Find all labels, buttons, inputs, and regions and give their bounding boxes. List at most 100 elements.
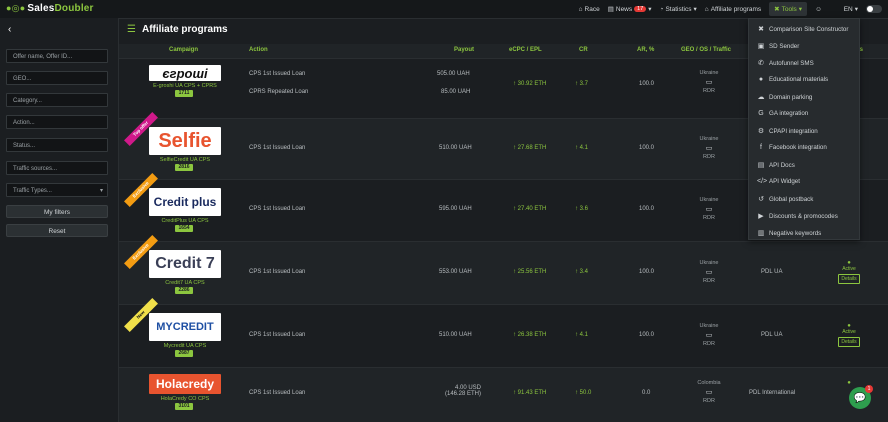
menu-item-ga-integration[interactable]: G GA integration	[757, 110, 808, 117]
account-button[interactable]: ☺	[815, 6, 822, 13]
ar-value: 100.0	[639, 332, 655, 338]
menu-item-api-docs[interactable]: ▤ API Docs	[757, 161, 795, 170]
menu-item-sd-sender[interactable]: ▣ SD Sender	[757, 42, 800, 51]
menu-item-discounts[interactable]: ▶ Discounts & promocodes	[757, 212, 838, 221]
cr-value: ↑ 4.1	[575, 145, 589, 151]
tools-icon: ✖	[758, 26, 764, 33]
status-filter[interactable]: Status...	[6, 138, 108, 152]
chevron-down-icon: ▾	[648, 6, 652, 13]
reset-button[interactable]: Reset	[6, 224, 108, 237]
payout-value: 510.00 UAH	[439, 145, 472, 151]
sms-icon: ✆	[758, 60, 764, 67]
vertical-value: PDL International	[749, 390, 796, 396]
campaign-logo[interactable]: Credit plus	[149, 188, 221, 216]
menu-item-domain-parking[interactable]: ☁ Domain parking	[757, 93, 813, 102]
chat-bubble-icon: 💬	[853, 392, 867, 404]
col-cr[interactable]: CR	[579, 47, 588, 53]
pie-chart-icon: ◔	[659, 5, 664, 13]
campaign-name[interactable]: CreditPlus UA CPS	[137, 218, 233, 224]
cr-value: ↑ 3.7	[575, 81, 589, 87]
menu-item-api-widget[interactable]: </> API Widget	[757, 178, 800, 185]
ecpc-value: ↑ 26.38 ETH	[513, 332, 547, 338]
campaign-id-badge: 2816	[175, 164, 193, 171]
desktop-icon: ▭	[705, 332, 713, 339]
traffic-sources-filter[interactable]: Traffic sources...	[6, 161, 108, 175]
nav-news[interactable]: ▤ News 17 ▾	[607, 5, 652, 14]
ar-value: 100.0	[639, 145, 655, 151]
code-icon: </>	[757, 178, 768, 185]
col-geo[interactable]: GEO / OS / Traffic	[681, 47, 731, 53]
news-icon: ▤	[607, 6, 614, 13]
campaign-logo[interactable]: Selfie	[149, 127, 221, 155]
status-cell: ●	[835, 380, 863, 386]
nav-affiliate-programs[interactable]: ⌂ Affiliate programs	[705, 6, 761, 13]
filter-sidebar: ‹ Offer name, Offer ID... GEO... Categor…	[0, 18, 119, 422]
my-filters-button[interactable]: My filters	[6, 205, 108, 218]
col-action[interactable]: Action	[249, 47, 268, 53]
nav-race[interactable]: ⌂ Race	[579, 6, 600, 13]
ar-value: 100.0	[639, 269, 655, 275]
menu-item-comparison-site[interactable]: ✖ Comparison Site Constructor	[757, 25, 848, 34]
status-dot-icon: ●	[847, 380, 851, 386]
theme-toggle[interactable]	[866, 5, 882, 13]
campaign-name[interactable]: HolaCredy CO CPS	[137, 396, 233, 402]
tools-dropdown-menu: ✖ Comparison Site Constructor ▣ SD Sender …	[748, 18, 860, 240]
tag-icon: ▶	[758, 213, 764, 220]
col-campaign[interactable]: Campaign	[169, 47, 198, 53]
table-row[interactable]: MYCREDIT New Mycredit UA CPS 2687 CPS 1s…	[119, 298, 888, 368]
offer-search-input[interactable]: Offer name, Offer ID...	[6, 49, 108, 63]
vertical-value: PDL UA	[761, 332, 783, 338]
bank-icon: ⌂	[578, 5, 583, 13]
ar-value: 100.0	[639, 81, 655, 87]
brand-logo[interactable]: ●◎● SalesDoubler	[6, 3, 94, 14]
menu-item-cpapi[interactable]: ⚙ CPAPI integration	[757, 127, 818, 136]
nav-tools[interactable]: ✖ Tools ▾	[769, 2, 808, 16]
desktop-icon: ▭	[705, 206, 713, 213]
col-ecpc[interactable]: eCPC / EPL	[509, 47, 542, 53]
campaign-name[interactable]: E-groshi UA CPS + CPRS	[137, 83, 233, 89]
table-row[interactable]: Holacredy HolaCredy CO CPS 3101 CPS 1st …	[119, 368, 888, 422]
menu-item-facebook[interactable]: f Facebook integration	[757, 144, 827, 151]
desktop-icon: ▭	[705, 79, 713, 86]
geo-filter[interactable]: GEO...	[6, 71, 108, 85]
menu-item-educational[interactable]: ● Educational materials	[757, 76, 828, 83]
category-filter[interactable]: Category...	[6, 93, 108, 107]
chevron-down-icon: ▾	[798, 6, 803, 13]
cr-value: ↑ 50.0	[575, 390, 592, 396]
desktop-icon: ▭	[705, 145, 713, 152]
page-title: ☰ Affiliate programs	[127, 24, 228, 35]
campaign-name[interactable]: Mycredit UA CPS	[137, 343, 233, 349]
gear-icon: ⚙	[757, 128, 765, 135]
payout-value: 595.00 UAH	[439, 206, 472, 212]
table-row[interactable]: Credit 7 Exclusive Credit7 UA CPS 2286 C…	[119, 235, 888, 305]
campaign-logo[interactable]: Credit 7	[149, 250, 221, 278]
geo-cell: Ukraine ▭ RDR	[679, 322, 739, 349]
action-text: CPS 1st Issued Loan	[249, 145, 306, 151]
details-button[interactable]: Details	[838, 337, 860, 347]
chat-button[interactable]: 💬 1	[849, 385, 873, 409]
document-icon: ▤	[757, 162, 765, 169]
col-payout[interactable]: Payout	[454, 47, 474, 53]
details-button[interactable]: Details	[838, 274, 860, 284]
action-filter[interactable]: Action...	[6, 115, 108, 129]
campaign-logo[interactable]: MYCREDIT	[149, 313, 221, 341]
campaign-name[interactable]: Credit7 UA CPS	[137, 280, 233, 286]
col-ar[interactable]: AR, %	[637, 47, 654, 53]
ecpc-value: ↑ 30.92 ETH	[513, 81, 547, 87]
campaign-logo[interactable]: Holacredy	[149, 374, 221, 394]
menu-item-global-postback[interactable]: ↺ Global postback	[757, 195, 813, 204]
campaign-id-badge: 3101	[175, 403, 193, 410]
payout-value: 553.00 UAH	[439, 269, 472, 275]
nav-statistics[interactable]: ◔ Statistics ▾	[659, 5, 697, 14]
language-select[interactable]: EN ▾	[844, 5, 858, 14]
action-text: CPS 1st Issued Loan	[249, 390, 306, 396]
traffic-types-filter[interactable]: Traffic Types... ▾	[6, 183, 108, 197]
campaign-id-badge: 2286	[175, 287, 193, 294]
campaign-logo[interactable]: єгроші	[149, 65, 221, 81]
geo-cell: Ukraine ▭ RDR	[679, 196, 739, 223]
menu-item-negative-keywords[interactable]: ▥ Negative keywords	[757, 229, 822, 238]
campaign-id-badge: 1711	[175, 90, 193, 97]
campaign-name[interactable]: SelfieCredit UA CPS	[137, 157, 233, 163]
collapse-sidebar-icon[interactable]: ‹	[8, 24, 11, 35]
menu-item-autofunnel-sms[interactable]: ✆ Autofunnel SMS	[757, 59, 814, 68]
